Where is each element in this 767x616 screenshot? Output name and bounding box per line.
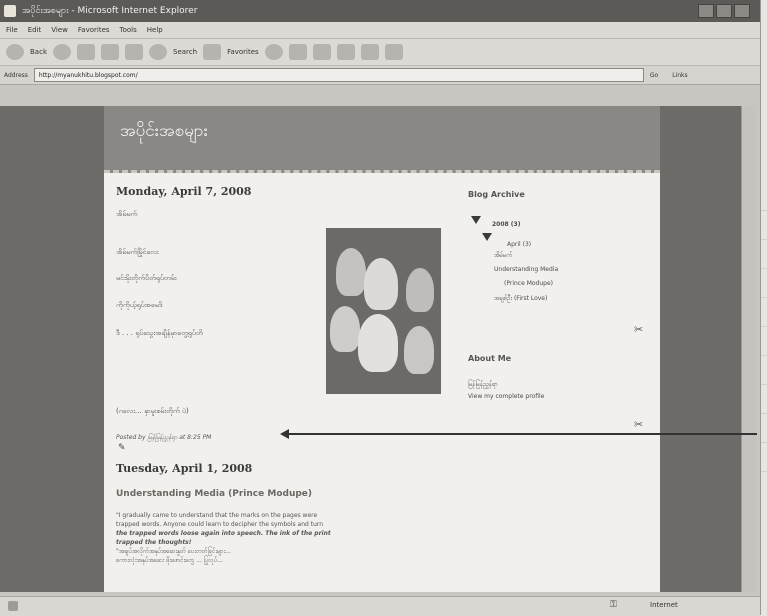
post-line: ကိုကိုယ့်ရုပ်အမေဒိ — [116, 301, 163, 309]
back-label[interactable]: Back — [30, 48, 47, 56]
menu-edit[interactable]: Edit — [28, 26, 42, 34]
blog-header: အပိုင်းအစများ — [104, 106, 660, 173]
archive-item[interactable]: Understanding Media — [494, 266, 558, 273]
go-button[interactable]: Go — [650, 72, 658, 79]
edit-icon[interactable] — [336, 44, 355, 60]
archive-year[interactable]: 2008 (3) — [492, 221, 520, 228]
archive-title: Blog Archive — [468, 190, 525, 199]
refresh-icon[interactable] — [101, 44, 119, 60]
post-body-line: the trapped words loose again into speec… — [116, 530, 331, 537]
favorites-star-icon[interactable] — [203, 44, 222, 60]
links-button[interactable]: Links — [672, 72, 687, 79]
back-icon[interactable] — [6, 44, 24, 60]
wrench-icon[interactable]: ✂ — [634, 323, 643, 336]
menu-favorites[interactable]: Favorites — [78, 26, 110, 34]
mail-icon[interactable] — [288, 44, 307, 60]
messenger-icon[interactable] — [384, 44, 403, 60]
annotation-arrow-head-icon — [280, 429, 289, 439]
favorites-label[interactable]: Favorites — [227, 48, 259, 56]
print-icon[interactable] — [312, 44, 331, 60]
archive-item[interactable]: (Prince Modupe) — [504, 280, 553, 287]
history-icon[interactable] — [264, 44, 283, 60]
toolbar: Back Search Favorites — [0, 39, 760, 66]
about-name: မြန်မြန်ညွှန်ရာ — [468, 381, 498, 388]
home-icon[interactable] — [125, 44, 143, 60]
close-button[interactable] — [734, 4, 750, 18]
status-bar: ⚿ Internet — [0, 596, 760, 616]
post-footer[interactable]: Posted by မြန်မြန်ညွှန်ရာ at 8:25 PM — [116, 433, 211, 442]
profile-link[interactable]: View my complete profile — [468, 393, 544, 400]
address-bar: Address http://myanukhitu.blogspot.com/ … — [0, 66, 760, 85]
expand-triangle-icon[interactable] — [482, 233, 492, 241]
ie-logo-icon — [4, 5, 16, 17]
post-body-line: trapped the thoughts! — [116, 539, 192, 546]
lock-icon: ⚿ — [610, 600, 617, 610]
page-viewport: အပိုင်းအစများ Monday, April 7, 2008 အိမ်… — [0, 106, 756, 592]
wrench-icon[interactable]: ✂ — [634, 418, 643, 431]
menu-bar: File Edit View Favorites Tools Help — [0, 22, 760, 39]
blog-title[interactable]: အပိုင်းအစများ — [120, 120, 208, 145]
forward-icon[interactable] — [53, 44, 71, 60]
window-controls — [698, 4, 760, 18]
post-date: Tuesday, April 1, 2008 — [116, 462, 253, 475]
page-icon — [8, 601, 18, 611]
post-title[interactable]: Understanding Media (Prince Modupe) — [116, 489, 312, 499]
blog-content: Monday, April 7, 2008 အိမ်မက် အိမ်မက်မြိ… — [104, 173, 660, 592]
post-line: မင်းမိုးတိုက်ပိတ်ရုပ်တမ်း — [116, 274, 177, 282]
vertical-scrollbar[interactable] — [741, 106, 756, 592]
archive-item[interactable]: အိမ်မက် — [494, 251, 512, 260]
menu-help[interactable]: Help — [147, 26, 163, 34]
menu-view[interactable]: View — [51, 26, 68, 34]
post-body-line: trapped words. Anyone could learn to dec… — [116, 521, 324, 528]
post-line: အိမ်မက်မြိုင်လေး — [116, 248, 159, 256]
title-bar: အပိုင်းအစများ - Microsoft Internet Explo… — [0, 0, 760, 22]
address-label: Address — [4, 71, 28, 79]
post-line: (ဂလေး… နှာမူးစမ်းတိုက် ပဲ) — [116, 407, 189, 415]
maximize-button[interactable] — [716, 4, 732, 18]
post-body-line: စကားလုံးအနုပ်အဆေး ဖိုးဖောင်းတွေ ... ပြုလ… — [116, 557, 223, 564]
annotation-arrow — [285, 433, 757, 435]
minimize-button[interactable] — [698, 4, 714, 18]
address-url: http://myanukhitu.blogspot.com/ — [38, 71, 138, 79]
window-title: အပိုင်းအစများ - Microsoft Internet Explo… — [22, 5, 198, 16]
post-line: အိမ်မက် — [116, 210, 138, 218]
expand-triangle-icon[interactable] — [471, 216, 481, 224]
post-body: "I gradually came to understand that the… — [116, 511, 436, 565]
menu-file[interactable]: File — [6, 26, 18, 34]
archive-item[interactable]: အချစ်ဦး (First Love) — [494, 294, 547, 303]
post-body-line: "အချပ်အလိုက်အနုပ်အဆေးနှုတ် ပေးတတ်ခြင်းမျ… — [116, 548, 231, 555]
about-title: About Me — [468, 354, 512, 363]
pencil-icon[interactable]: ✎ — [118, 443, 126, 453]
search-label[interactable]: Search — [173, 48, 197, 56]
address-input[interactable]: http://myanukhitu.blogspot.com/ — [33, 68, 644, 82]
stop-icon[interactable] — [77, 44, 95, 60]
browser-window: အပိုင်းအစများ - Microsoft Internet Explo… — [0, 0, 761, 616]
search-icon[interactable] — [149, 44, 167, 60]
post-line: ဒီ . . . ရုပ်သွေးအချိန်မှာတွေ့ရုပ်တိ — [116, 329, 203, 337]
archive-month[interactable]: April (3) — [507, 241, 531, 248]
discuss-icon[interactable] — [360, 44, 379, 60]
post-date: Monday, April 7, 2008 — [116, 185, 252, 198]
tulip-photo — [326, 228, 441, 394]
menu-tools[interactable]: Tools — [120, 26, 137, 34]
status-zone: Internet — [650, 601, 678, 609]
post-body-line: "I gradually came to understand that the… — [116, 512, 318, 519]
